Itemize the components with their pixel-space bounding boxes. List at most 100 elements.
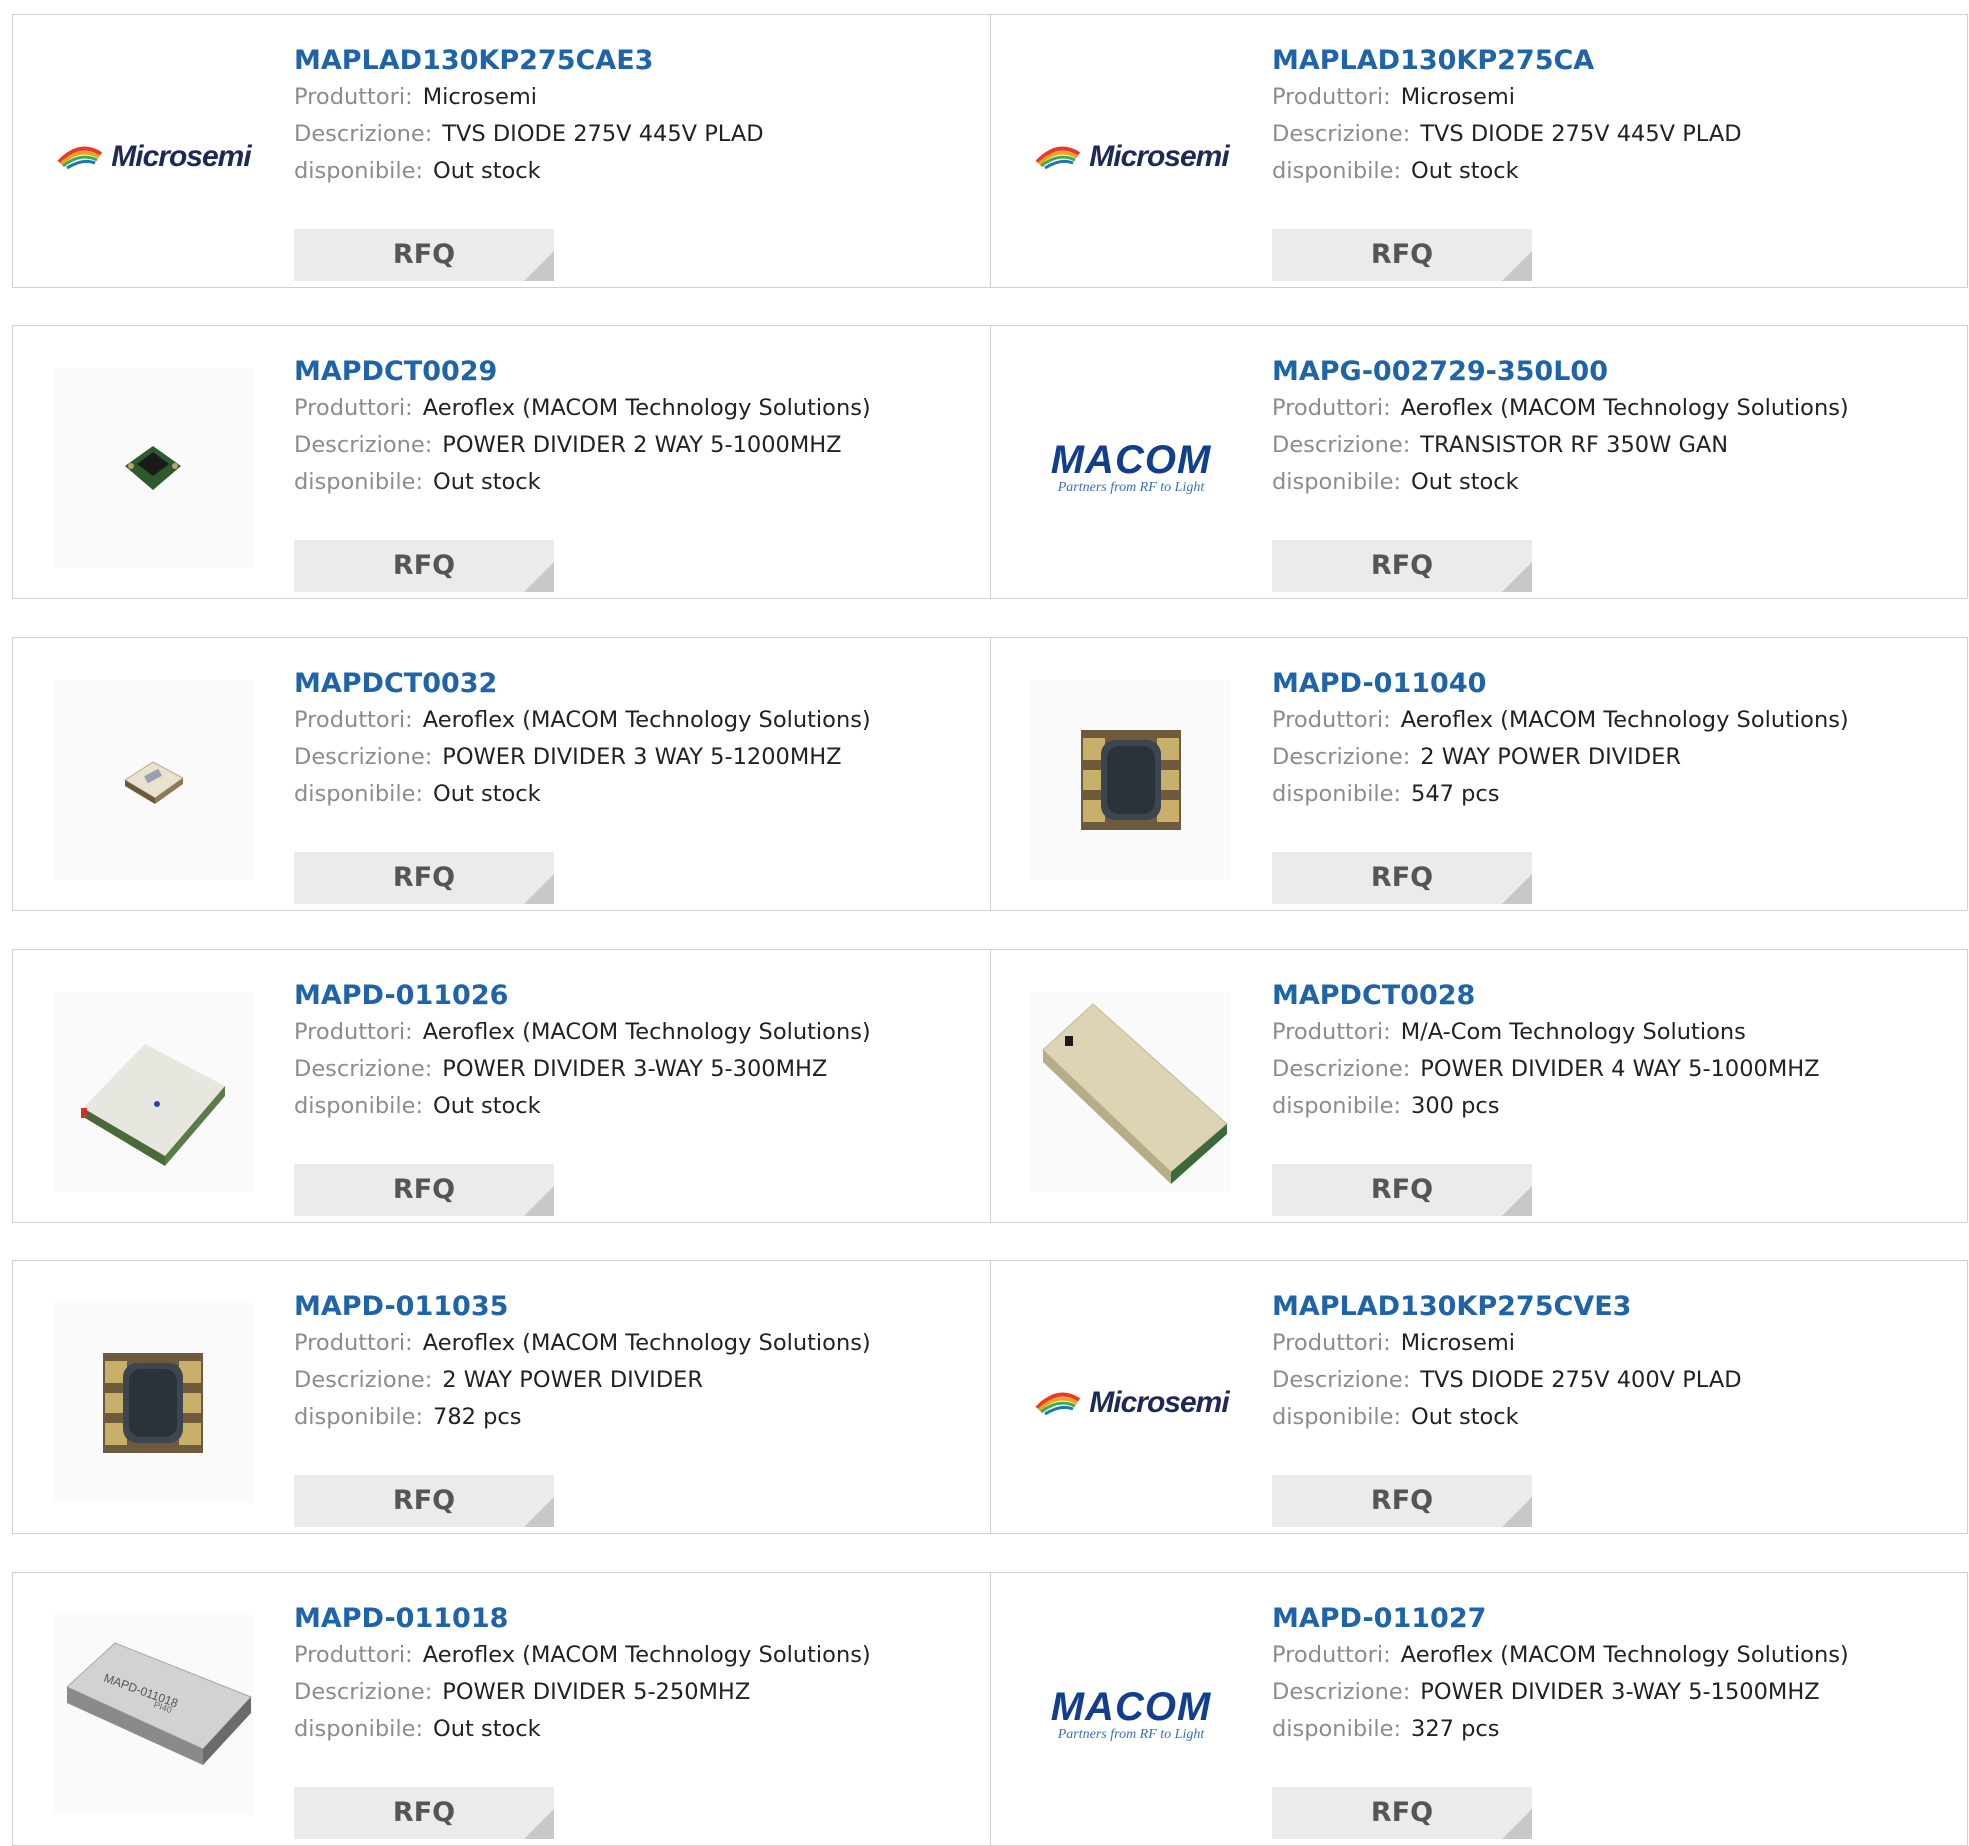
rfq-button[interactable]: RFQ bbox=[294, 1787, 554, 1839]
microsemi-logo-text: Microsemi bbox=[1089, 1386, 1229, 1419]
manufacturer-row: Produttori: Aeroflex (MACOM Technology So… bbox=[294, 1637, 970, 1674]
manufacturer-label: Produttori: bbox=[1272, 84, 1391, 110]
availability-label: disponibile: bbox=[294, 781, 424, 807]
description-value: 2 WAY POWER DIVIDER bbox=[1420, 744, 1681, 770]
part-number-link[interactable]: MAPDCT0029 bbox=[294, 354, 970, 390]
part-number-link[interactable]: MAPLAD130KP275CA bbox=[1272, 43, 1947, 79]
rfq-button[interactable]: RFQ bbox=[1272, 852, 1532, 904]
manufacturer-row: Produttori: Microsemi bbox=[1272, 79, 1947, 116]
part-number-link[interactable]: MAPD-011027 bbox=[1272, 1601, 1947, 1637]
description-value: TVS DIODE 275V 445V PLAD bbox=[1420, 121, 1742, 147]
product-image[interactable]: Microsemi bbox=[1031, 57, 1231, 257]
product-info: MAPDCT0028 Produttori: M/A-Com Technology… bbox=[1272, 978, 1947, 1216]
rfq-button[interactable]: RFQ bbox=[294, 229, 554, 281]
availability-label: disponibile: bbox=[1272, 158, 1402, 184]
microsemi-logo-text: Microsemi bbox=[1089, 140, 1229, 173]
microsemi-logo-text: Microsemi bbox=[111, 140, 251, 173]
description-row: Descrizione: TVS DIODE 275V 400V PLAD bbox=[1272, 1362, 1947, 1399]
product-image[interactable] bbox=[53, 368, 253, 568]
product-card: Microsemi MAPLAD130KP275CA Produttori: Mi… bbox=[990, 15, 1967, 287]
description-label: Descrizione: bbox=[1272, 121, 1411, 147]
rfq-button[interactable]: RFQ bbox=[294, 1475, 554, 1527]
manufacturer-label: Produttori: bbox=[1272, 1019, 1391, 1045]
product-info: MAPD-011026 Produttori: Aeroflex (MACOM T… bbox=[294, 978, 970, 1216]
product-image[interactable] bbox=[53, 680, 253, 880]
product-row: MAPD-011035 Produttori: Aeroflex (MACOM T… bbox=[12, 1260, 1968, 1534]
chip-photo bbox=[1031, 680, 1231, 880]
description-value: TRANSISTOR RF 350W GAN bbox=[1420, 432, 1729, 458]
rfq-button[interactable]: RFQ bbox=[294, 540, 554, 592]
product-image[interactable]: Microsemi bbox=[1031, 1303, 1231, 1503]
part-number-link[interactable]: MAPDCT0028 bbox=[1272, 978, 1947, 1014]
product-image[interactable]: MACOM Partners from RF to Light bbox=[1031, 1615, 1231, 1815]
part-number-link[interactable]: MAPDCT0032 bbox=[294, 666, 970, 702]
product-info: MAPDCT0029 Produttori: Aeroflex (MACOM Te… bbox=[294, 354, 970, 592]
product-image[interactable] bbox=[1031, 680, 1231, 880]
manufacturer-value: Aeroflex (MACOM Technology Solutions) bbox=[422, 1019, 871, 1045]
availability-value: Out stock bbox=[1411, 469, 1519, 495]
product-image[interactable]: MACOM Partners from RF to Light bbox=[1031, 368, 1231, 568]
description-row: Descrizione: POWER DIVIDER 3-WAY 5-1500MH… bbox=[1272, 1674, 1947, 1711]
rfq-button[interactable]: RFQ bbox=[1272, 540, 1532, 592]
product-image[interactable] bbox=[1031, 992, 1231, 1192]
manufacturer-row: Produttori: Microsemi bbox=[294, 79, 970, 116]
product-card: Microsemi MAPLAD130KP275CAE3 Produttori:… bbox=[13, 15, 990, 287]
rfq-button[interactable]: RFQ bbox=[1272, 229, 1532, 281]
chip-photo bbox=[53, 368, 253, 568]
part-number-link[interactable]: MAPD-011026 bbox=[294, 978, 970, 1014]
microsemi-logo: Microsemi bbox=[55, 140, 252, 174]
product-info: MAPLAD130KP275CA Produttori: Microsemi De… bbox=[1272, 43, 1947, 281]
part-number-link[interactable]: MAPLAD130KP275CVE3 bbox=[1272, 1289, 1947, 1325]
rfq-button[interactable]: RFQ bbox=[1272, 1787, 1532, 1839]
microsemi-swirl-icon bbox=[57, 146, 103, 170]
rfq-button[interactable]: RFQ bbox=[1272, 1164, 1532, 1216]
product-row: MAPD-011026 Produttori: Aeroflex (MACOM T… bbox=[12, 949, 1968, 1223]
description-value: POWER DIVIDER 2 WAY 5-1000MHZ bbox=[442, 432, 842, 458]
part-number-link[interactable]: MAPD-011035 bbox=[294, 1289, 970, 1325]
description-value: 2 WAY POWER DIVIDER bbox=[442, 1367, 703, 1393]
manufacturer-row: Produttori: Aeroflex (MACOM Technology So… bbox=[294, 1014, 970, 1051]
product-info: MAPD-011018 Produttori: Aeroflex (MACOM T… bbox=[294, 1601, 970, 1839]
manufacturer-value: Aeroflex (MACOM Technology Solutions) bbox=[422, 1642, 871, 1668]
rfq-button[interactable]: RFQ bbox=[294, 1164, 554, 1216]
part-number-link[interactable]: MAPD-011018 bbox=[294, 1601, 970, 1637]
product-image[interactable]: Microsemi bbox=[53, 57, 253, 257]
part-number-link[interactable]: MAPD-011040 bbox=[1272, 666, 1947, 702]
availability-row: disponibile: Out stock bbox=[294, 776, 970, 813]
manufacturer-label: Produttori: bbox=[1272, 707, 1391, 733]
manufacturer-row: Produttori: Aeroflex (MACOM Technology So… bbox=[294, 390, 970, 427]
product-card: MACOM Partners from RF to Light MAPG-0027… bbox=[990, 326, 1967, 598]
availability-label: disponibile: bbox=[294, 469, 424, 495]
module-photo: MAPD-011018 PI40 bbox=[53, 1615, 253, 1815]
product-row: MAPD-011018 PI40 MAPD-011018 Produttori: A… bbox=[12, 1572, 1968, 1846]
description-value: POWER DIVIDER 3 WAY 5-1200MHZ bbox=[442, 744, 842, 770]
manufacturer-value: Aeroflex (MACOM Technology Solutions) bbox=[422, 1330, 871, 1356]
description-row: Descrizione: POWER DIVIDER 4 WAY 5-1000MH… bbox=[1272, 1051, 1947, 1088]
manufacturer-label: Produttori: bbox=[1272, 1330, 1391, 1356]
part-number-link[interactable]: MAPLAD130KP275CAE3 bbox=[294, 43, 970, 79]
product-row: Microsemi MAPLAD130KP275CAE3 Produttori:… bbox=[12, 14, 1968, 288]
description-label: Descrizione: bbox=[294, 1367, 433, 1393]
rfq-button[interactable]: RFQ bbox=[1272, 1475, 1532, 1527]
module-photo bbox=[53, 992, 253, 1192]
part-number-link[interactable]: MAPG-002729-350L00 bbox=[1272, 354, 1947, 390]
product-card: MAPD-011040 Produttori: Aeroflex (MACOM T… bbox=[990, 638, 1967, 910]
availability-label: disponibile: bbox=[1272, 781, 1402, 807]
availability-row: disponibile: Out stock bbox=[294, 153, 970, 190]
product-card: MAPD-011026 Produttori: Aeroflex (MACOM T… bbox=[13, 950, 990, 1222]
microsemi-logo: Microsemi bbox=[1033, 140, 1230, 174]
product-image[interactable] bbox=[53, 992, 253, 1192]
product-image[interactable] bbox=[53, 1303, 253, 1503]
availability-row: disponibile: Out stock bbox=[1272, 1399, 1947, 1436]
description-row: Descrizione: TVS DIODE 275V 445V PLAD bbox=[1272, 116, 1947, 153]
product-card: MAPDCT0029 Produttori: Aeroflex (MACOM Te… bbox=[13, 326, 990, 598]
manufacturer-label: Produttori: bbox=[294, 1642, 413, 1668]
rfq-button[interactable]: RFQ bbox=[294, 852, 554, 904]
module-photo bbox=[1031, 992, 1231, 1192]
product-image[interactable]: MAPD-011018 PI40 bbox=[53, 1615, 253, 1815]
manufacturer-value: Aeroflex (MACOM Technology Solutions) bbox=[422, 707, 871, 733]
availability-value: Out stock bbox=[433, 469, 541, 495]
availability-label: disponibile: bbox=[294, 1093, 424, 1119]
product-info: MAPLAD130KP275CAE3 Produttori: Microsemi … bbox=[294, 43, 970, 281]
availability-label: disponibile: bbox=[294, 1716, 424, 1742]
